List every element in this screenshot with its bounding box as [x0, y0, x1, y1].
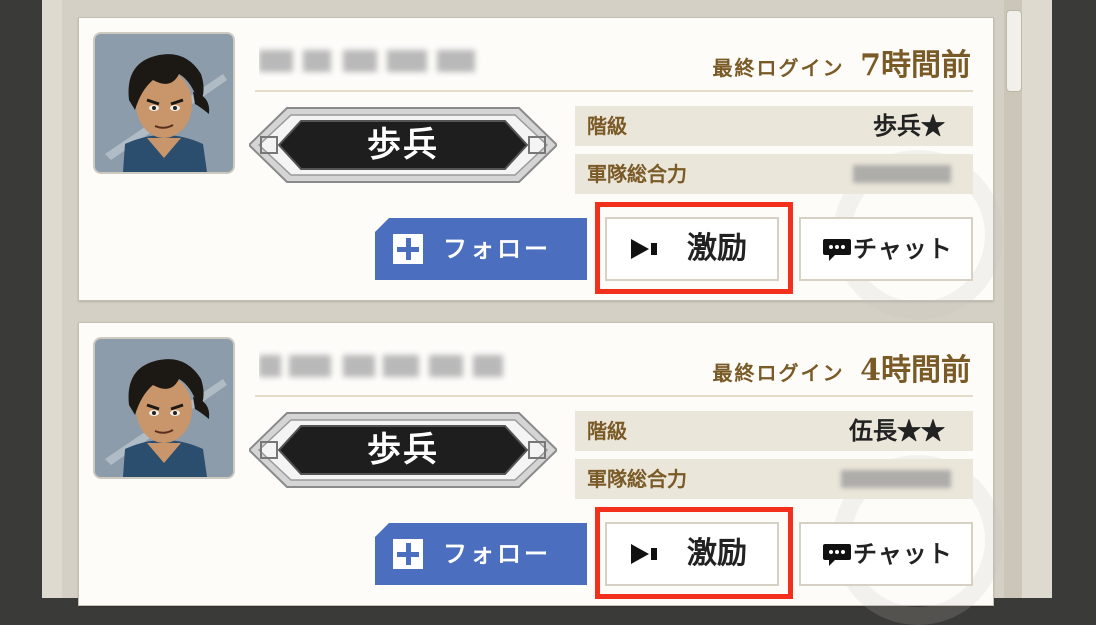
scrollbar-thumb[interactable] [1006, 10, 1022, 92]
cheer-button[interactable]: 激励 [605, 217, 779, 281]
player-avatar[interactable] [93, 337, 235, 479]
player-name-redacted [259, 347, 519, 387]
power-label: 軍隊総合力 [587, 162, 687, 186]
power-value-redacted [841, 470, 951, 488]
last-login-label: 最終ログイン [712, 56, 845, 80]
power-label: 軍隊総合力 [587, 467, 687, 491]
player-card: 最終ログイン 4時間前 歩兵 階級 伍長★★ 軍隊総合力 フォロー 激励 チャッ… [78, 322, 1003, 625]
rank-title: 歩兵 [367, 125, 439, 165]
chat-button[interactable]: チャット [799, 522, 973, 586]
chat-label: チャット [853, 234, 953, 263]
player-name-redacted [259, 42, 519, 82]
power-row: 軍隊総合力 [575, 459, 973, 499]
rank-label: 階級 [587, 419, 627, 443]
rank-value: 歩兵★ [873, 111, 945, 140]
last-login: 最終ログイン 7時間前 [713, 40, 971, 84]
header-divider [255, 395, 973, 397]
cheer-label: 激励 [687, 231, 747, 266]
last-login-value: 7時間前 [860, 48, 971, 83]
last-login-value: 4時間前 [860, 353, 971, 388]
rank-label: 階級 [587, 114, 627, 138]
follow-button[interactable]: フォロー [375, 523, 587, 585]
player-avatar[interactable] [93, 32, 235, 174]
rank-plate: 歩兵 [247, 411, 559, 489]
last-login: 最終ログイン 4時間前 [713, 345, 971, 389]
last-login-label: 最終ログイン [712, 361, 845, 385]
avatar-portrait-image [95, 34, 233, 172]
rank-value: 伍長★★ [849, 416, 945, 445]
rank-plate: 歩兵 [247, 106, 559, 184]
cheer-label: 激励 [687, 536, 747, 571]
rank-title: 歩兵 [367, 430, 439, 470]
player-card: 最終ログイン 7時間前 歩兵 階級 歩兵★ 軍隊総合力 フォロー 激励 チャット [78, 17, 1003, 320]
power-row: 軍隊総合力 [575, 154, 973, 194]
rank-row: 階級 伍長★★ [575, 411, 973, 451]
chat-label: チャット [853, 539, 953, 568]
rank-row: 階級 歩兵★ [575, 106, 973, 146]
chat-bubble-icon [823, 544, 851, 566]
plus-icon [393, 234, 423, 264]
megaphone-icon [631, 544, 657, 564]
power-value-redacted [853, 165, 951, 183]
follow-label: フォロー [443, 540, 551, 568]
avatar-portrait-image [95, 339, 233, 477]
cheer-button[interactable]: 激励 [605, 522, 779, 586]
plus-icon [393, 539, 423, 569]
header-divider [255, 90, 973, 92]
follow-button[interactable]: フォロー [375, 218, 587, 280]
megaphone-icon [631, 239, 657, 259]
chat-bubble-icon [823, 239, 851, 261]
follow-label: フォロー [443, 235, 551, 263]
chat-button[interactable]: チャット [799, 217, 973, 281]
